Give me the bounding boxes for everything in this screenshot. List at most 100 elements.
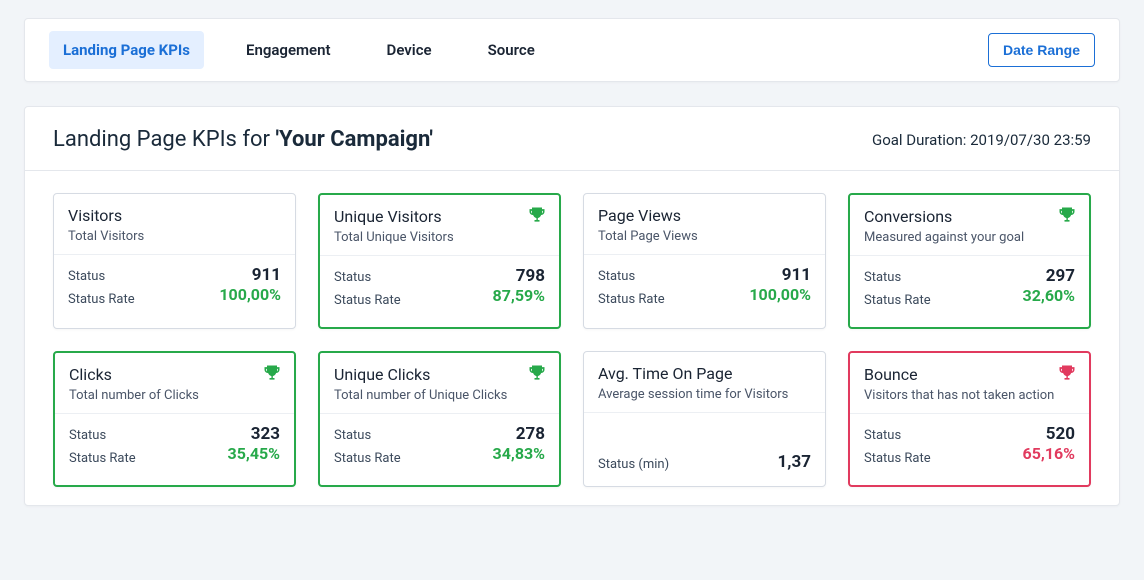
- tab-list: Landing Page KPIs Engagement Device Sour…: [49, 31, 549, 69]
- date-range-button[interactable]: Date Range: [988, 33, 1095, 67]
- trophy-icon: [527, 363, 547, 387]
- value-status-rate: 100,00%: [219, 285, 281, 304]
- card-bottom: Status Status Rate 911 100,00%: [54, 255, 295, 326]
- card-labels: Status Status Rate: [864, 266, 931, 313]
- value-status-rate: 100,00%: [749, 285, 811, 304]
- card-bottom: Status Status Rate 911 100,00%: [584, 255, 825, 326]
- label-status: Status: [334, 424, 401, 447]
- label-status: Status: [69, 424, 136, 447]
- card-top: Unique Visitors Total Unique Visitors: [320, 195, 559, 256]
- value-status: 323: [228, 424, 280, 444]
- tab-engagement[interactable]: Engagement: [232, 31, 345, 69]
- card-title: Avg. Time On Page: [598, 364, 811, 383]
- card-subtitle: Total number of Clicks: [69, 388, 280, 403]
- label-status: Status: [334, 266, 401, 289]
- value-status: 297: [1023, 266, 1075, 286]
- card-labels: Status Status Rate: [598, 265, 665, 312]
- card-labels: Status Status Rate: [69, 424, 136, 471]
- card-top: Conversions Measured against your goal: [850, 195, 1089, 256]
- tab-source[interactable]: Source: [474, 31, 549, 69]
- label-status-rate: Status Rate: [334, 289, 401, 312]
- card-labels: Status Status Rate: [334, 266, 401, 313]
- kpi-card-visitors: Visitors Total Visitors Status Status Ra…: [53, 193, 296, 329]
- value-status-rate: 87,59%: [493, 286, 545, 305]
- card-labels: Status Status Rate: [68, 265, 135, 312]
- kpi-card-unique-visitors: Unique Visitors Total Unique Visitors St…: [318, 193, 561, 329]
- card-top: Visitors Total Visitors: [54, 194, 295, 255]
- kpi-card-conversions: Conversions Measured against your goal S…: [848, 193, 1091, 329]
- label-status-rate: Status Rate: [864, 447, 931, 470]
- card-values: 911 100,00%: [749, 265, 811, 312]
- value-status: 911: [749, 265, 811, 285]
- card-subtitle: Total Visitors: [68, 229, 281, 244]
- value-status: 798: [493, 266, 545, 286]
- label-status: Status: [864, 424, 931, 447]
- kpi-panel: Landing Page KPIs for 'Your Campaign' Go…: [24, 106, 1120, 506]
- card-bottom: Status (min) 1,37: [584, 413, 825, 486]
- panel-header: Landing Page KPIs for 'Your Campaign' Go…: [25, 107, 1119, 171]
- card-values: 323 35,45%: [228, 424, 280, 471]
- trophy-icon: [527, 205, 547, 229]
- label-status-rate: Status Rate: [68, 288, 135, 311]
- kpi-card-clicks: Clicks Total number of Clicks Status Sta…: [53, 351, 296, 487]
- card-bottom: Status Status Rate 297 32,60%: [850, 256, 1089, 327]
- value-status-rate: 34,83%: [493, 444, 545, 463]
- value-status-min: 1,37: [778, 452, 811, 472]
- label-status-rate: Status Rate: [598, 288, 665, 311]
- card-bottom: Status Status Rate 323 35,45%: [55, 414, 294, 485]
- card-title: Page Views: [598, 206, 811, 225]
- card-title: Visitors: [68, 206, 281, 225]
- card-top: Clicks Total number of Clicks: [55, 353, 294, 414]
- value-status-rate: 35,45%: [228, 444, 280, 463]
- card-labels: Status Status Rate: [864, 424, 931, 471]
- value-status-rate: 65,16%: [1023, 444, 1075, 463]
- goal-duration-label: Goal Duration:: [872, 131, 970, 149]
- card-subtitle: Visitors that has not taken action: [864, 388, 1075, 403]
- tab-landing-kpis[interactable]: Landing Page KPIs: [49, 31, 204, 69]
- label-status: Status: [864, 266, 931, 289]
- card-subtitle: Measured against your goal: [864, 230, 1075, 245]
- card-title: Clicks: [69, 365, 280, 384]
- card-top: Page Views Total Page Views: [584, 194, 825, 255]
- card-title: Unique Visitors: [334, 207, 545, 226]
- label-status-rate: Status Rate: [334, 447, 401, 470]
- card-top: Unique Clicks Total number of Unique Cli…: [320, 353, 559, 414]
- value-status: 278: [493, 424, 545, 444]
- card-title: Conversions: [864, 207, 1075, 226]
- card-values: 278 34,83%: [493, 424, 545, 471]
- card-bottom: Status Status Rate 520 65,16%: [850, 414, 1089, 485]
- card-values: 520 65,16%: [1023, 424, 1075, 471]
- card-title: Unique Clicks: [334, 365, 545, 384]
- card-bottom: Status Status Rate 278 34,83%: [320, 414, 559, 485]
- card-top: Avg. Time On Page Average session time f…: [584, 352, 825, 413]
- panel-title: Landing Page KPIs for 'Your Campaign': [53, 127, 433, 152]
- label-status: Status: [598, 265, 665, 288]
- label-status-rate: Status Rate: [864, 289, 931, 312]
- card-subtitle: Average session time for Visitors: [598, 387, 811, 402]
- trophy-icon: [1057, 205, 1077, 229]
- tab-device[interactable]: Device: [373, 31, 446, 69]
- card-subtitle: Total number of Unique Clicks: [334, 388, 545, 403]
- goal-duration-value: 2019/07/30 23:59: [970, 131, 1091, 149]
- card-subtitle: Total Unique Visitors: [334, 230, 545, 245]
- card-labels: Status Status Rate: [334, 424, 401, 471]
- card-values: 1,37: [778, 452, 811, 472]
- value-status-rate: 32,60%: [1023, 286, 1075, 305]
- card-subtitle: Total Page Views: [598, 229, 811, 244]
- trophy-icon: [262, 363, 282, 387]
- kpi-card-page-views: Page Views Total Page Views Status Statu…: [583, 193, 826, 329]
- top-tab-bar: Landing Page KPIs Engagement Device Sour…: [24, 18, 1120, 82]
- goal-duration: Goal Duration: 2019/07/30 23:59: [872, 131, 1091, 149]
- card-top: Bounce Visitors that has not taken actio…: [850, 353, 1089, 414]
- kpi-card-bounce: Bounce Visitors that has not taken actio…: [848, 351, 1091, 487]
- card-values: 911 100,00%: [219, 265, 281, 312]
- card-values: 798 87,59%: [493, 266, 545, 313]
- kpi-card-avg-time: Avg. Time On Page Average session time f…: [583, 351, 826, 487]
- value-status: 520: [1023, 424, 1075, 444]
- value-status: 911: [219, 265, 281, 285]
- card-values: 297 32,60%: [1023, 266, 1075, 313]
- label-status-rate: Status Rate: [69, 447, 136, 470]
- label-status: Status: [68, 265, 135, 288]
- panel-title-prefix: Landing Page KPIs for: [53, 127, 275, 152]
- trophy-icon: [1057, 363, 1077, 387]
